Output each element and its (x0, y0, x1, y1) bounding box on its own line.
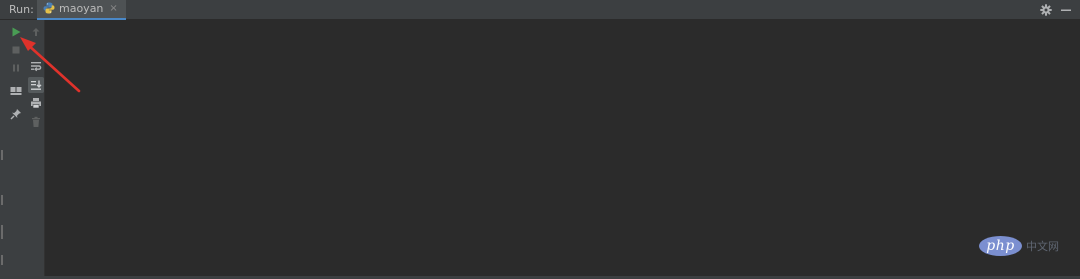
primary-toolbar (5, 20, 27, 279)
scroll-to-end-icon (30, 76, 42, 95)
site-watermark: php 中文网 (979, 236, 1059, 256)
rerun-button[interactable] (8, 23, 24, 39)
soft-wrap-button[interactable] (28, 58, 44, 74)
restore-layout-button[interactable] (8, 82, 24, 98)
gear-icon[interactable] (1040, 1, 1052, 20)
scroll-to-end-button[interactable] (28, 77, 44, 93)
pause-button[interactable] (8, 59, 24, 75)
stop-button[interactable] (8, 41, 24, 57)
run-label: Run: (9, 3, 34, 16)
edge-divider (1, 150, 3, 160)
edge-divider (1, 195, 3, 205)
watermark-logo: php (979, 236, 1022, 256)
tab-maoyan[interactable]: maoyan × (37, 0, 126, 20)
edge-divider (1, 225, 3, 239)
close-icon[interactable]: × (109, 3, 117, 14)
trash-icon (31, 113, 41, 132)
print-icon (30, 94, 42, 113)
arrow-up-icon (31, 22, 41, 41)
header-actions (1040, 0, 1072, 20)
print-button[interactable] (28, 95, 44, 111)
run-header-bar: Run: maoyan × (0, 0, 1080, 20)
run-tool-window: Run: maoyan × php 中文网 (0, 0, 1080, 279)
python-icon (43, 0, 55, 18)
pin-tab-button[interactable] (8, 106, 24, 122)
layout-icon (10, 81, 22, 100)
up-button[interactable] (28, 23, 44, 39)
secondary-toolbar (27, 20, 45, 279)
edge-divider (1, 255, 3, 265)
watermark-text: 中文网 (1026, 240, 1059, 253)
soft-wrap-icon (30, 57, 42, 76)
pin-icon (10, 105, 22, 124)
stop-icon (11, 40, 21, 59)
clear-all-button[interactable] (28, 114, 44, 130)
pause-icon (11, 58, 21, 77)
play-icon (11, 22, 21, 41)
minimize-icon[interactable] (1060, 1, 1072, 20)
tab-label: maoyan (59, 2, 104, 15)
console-output[interactable] (46, 20, 1080, 276)
